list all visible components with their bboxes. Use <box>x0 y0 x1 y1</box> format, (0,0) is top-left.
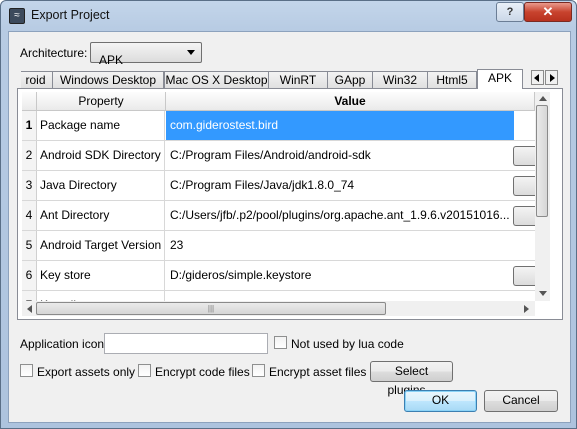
row-number: 4 <box>22 201 37 230</box>
table-row[interactable]: 6 Key store D:/gideros/simple.keystore <box>22 261 535 291</box>
property-cell: Key alias <box>37 291 165 301</box>
browse-button[interactable] <box>513 266 535 286</box>
table-row[interactable]: 2 Android SDK Directory C:/Program Files/A… <box>22 141 535 171</box>
application-icon-input[interactable] <box>104 333 268 354</box>
architecture-label: Architecture: <box>20 46 88 60</box>
horizontal-scrollbar[interactable]: ||| <box>22 301 535 316</box>
scroll-left-icon[interactable] <box>27 305 32 313</box>
tab-scroll-left-button[interactable] <box>531 70 544 85</box>
arrow-left-icon <box>534 74 539 82</box>
tab-html5[interactable]: Html5 <box>427 71 477 88</box>
table-row[interactable]: 1 Package name com.giderostest.bird <box>22 111 535 141</box>
tab-gapp[interactable]: GApp <box>327 71 373 88</box>
property-cell: Key store <box>37 261 165 290</box>
scroll-up-icon[interactable] <box>539 96 547 101</box>
browse-button[interactable] <box>513 146 535 166</box>
close-icon: ✕ <box>542 4 554 19</box>
tab-apk[interactable]: APK <box>477 69 523 89</box>
row-number: 1 <box>22 111 37 140</box>
row-number: 7 <box>22 291 37 301</box>
export-assets-only-checkbox[interactable] <box>20 364 33 377</box>
value-cell[interactable]: C:/Program Files/Android/android-sdk <box>166 141 535 170</box>
app-icon: ≈ <box>9 8 25 24</box>
ok-button[interactable]: OK <box>404 390 477 412</box>
tab-windows-desktop[interactable]: Windows Desktop <box>52 71 164 88</box>
help-button[interactable]: ? <box>496 2 524 22</box>
row-number: 2 <box>22 141 37 170</box>
property-column-header[interactable]: Property <box>37 92 166 111</box>
tab-mac-os-x-desktop[interactable]: Mac OS X Desktop <box>164 71 269 88</box>
property-cell: Android SDK Directory <box>37 141 165 170</box>
window-title: Export Project <box>31 8 110 22</box>
row-number: 6 <box>22 261 37 290</box>
select-plugins-button[interactable]: Select plugins... <box>370 361 453 397</box>
horizontal-scroll-thumb[interactable]: ||| <box>36 302 386 315</box>
tab-win32[interactable]: Win32 <box>372 71 428 88</box>
export-project-dialog: ≈ Export Project ? ✕ Architecture: APK r… <box>0 0 577 429</box>
vertical-scrollbar[interactable] <box>535 92 550 301</box>
table-row[interactable]: 5 Android Target Version 23 <box>22 231 535 261</box>
export-assets-only-label: Export assets only <box>37 365 136 379</box>
browse-button[interactable] <box>513 206 535 226</box>
encrypt-code-files-checkbox[interactable] <box>138 364 151 377</box>
property-table: Property Value 1 Package name com.giderost… <box>22 92 535 301</box>
scroll-right-icon[interactable] <box>524 305 529 313</box>
application-icon-label: Application icon: <box>20 337 108 351</box>
row-number: 3 <box>22 171 37 200</box>
platform-tabs: roid Windows Desktop Mac OS X Desktop WinRT… <box>21 69 556 89</box>
dialog-body: Architecture: APK roid Windows Desktop Mac… <box>8 31 571 423</box>
not-used-by-lua-label: Not used by lua code <box>291 337 404 351</box>
property-cell: Android Target Version <box>37 231 165 260</box>
cancel-button[interactable]: Cancel <box>484 390 558 412</box>
close-button[interactable]: ✕ <box>524 2 572 22</box>
chevron-down-icon <box>187 50 195 55</box>
value-column-header[interactable]: Value <box>166 92 535 111</box>
tab-winrt[interactable]: WinRT <box>268 71 328 88</box>
value-cell[interactable]: C:/Users/jfb/.p2/pool/plugins/org.apache… <box>166 201 535 230</box>
value-cell[interactable]: com.giderostest.bird <box>166 111 514 140</box>
arrow-right-icon <box>550 74 555 82</box>
value-cell[interactable]: 23 <box>166 231 535 260</box>
encrypt-asset-files-label: Encrypt asset files <box>269 365 367 379</box>
property-cell: Package name <box>37 111 165 140</box>
property-cell: Java Directory <box>37 171 165 200</box>
browse-button[interactable] <box>513 176 535 196</box>
table-row[interactable]: 4 Ant Directory C:/Users/jfb/.p2/pool/plug… <box>22 201 535 231</box>
row-number: 5 <box>22 231 37 260</box>
row-number-header <box>22 92 37 111</box>
tab-roid[interactable]: roid <box>21 71 53 88</box>
value-cell[interactable] <box>166 291 535 301</box>
vertical-scroll-thumb[interactable] <box>536 105 548 217</box>
property-cell: Ant Directory <box>37 201 165 230</box>
architecture-select[interactable]: APK <box>90 42 202 67</box>
not-used-by-lua-checkbox[interactable] <box>274 336 287 349</box>
title-bar[interactable]: ≈ Export Project ? ✕ <box>1 1 576 31</box>
table-row[interactable]: 7Key alias <box>22 291 535 301</box>
apk-settings-panel: Property Value 1 Package name com.giderost… <box>17 88 563 320</box>
value-cell[interactable]: D:/gideros/simple.keystore <box>166 261 535 290</box>
tab-scroll-right-button[interactable] <box>545 70 558 85</box>
table-row[interactable]: 3 Java Directory C:/Program Files/Java/jdk… <box>22 171 535 201</box>
encrypt-code-files-label: Encrypt code files <box>155 365 250 379</box>
encrypt-asset-files-checkbox[interactable] <box>252 364 265 377</box>
value-cell[interactable]: C:/Program Files/Java/jdk1.8.0_74 <box>166 171 535 200</box>
scroll-down-icon[interactable] <box>539 291 547 296</box>
